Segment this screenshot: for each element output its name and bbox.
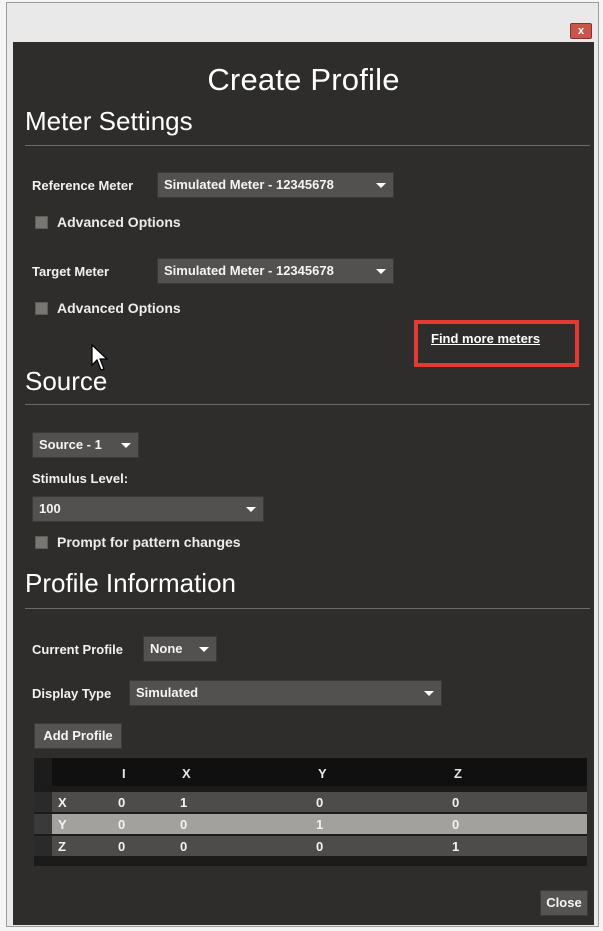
meter-settings-divider — [25, 145, 590, 146]
target-advanced-options[interactable]: Advanced Options — [35, 300, 181, 316]
column-header-x: X — [182, 766, 191, 781]
column-header-y: Y — [318, 766, 327, 781]
close-icon: x — [577, 25, 585, 37]
chevron-down-icon — [246, 507, 256, 512]
source-value: Source - 1 — [39, 437, 102, 452]
target-meter-value: Simulated Meter - 12345678 — [164, 263, 334, 278]
add-profile-button[interactable]: Add Profile — [34, 723, 122, 749]
target-advanced-label: Advanced Options — [57, 300, 181, 316]
target-meter-dropdown[interactable]: Simulated Meter - 12345678 — [157, 258, 394, 284]
create-profile-panel: Create Profile Meter Settings Reference … — [13, 42, 594, 925]
row-gutter — [34, 792, 52, 812]
current-profile-value: None — [150, 641, 183, 656]
dialog-title: Create Profile — [207, 62, 400, 97]
table-cell: 0 — [316, 795, 324, 810]
title-bar: x — [7, 3, 598, 41]
table-row[interactable]: Z 0 0 0 1 — [34, 836, 587, 856]
profile-matrix-table: I X Y Z X 0 1 0 0 Y 0 0 1 0 Z 0 0 0 1 — [34, 758, 587, 866]
prompt-pattern-label: Prompt for pattern changes — [57, 534, 241, 550]
column-header-i: I — [122, 766, 126, 781]
table-corner — [34, 758, 52, 786]
target-meter-label: Target Meter — [32, 264, 110, 279]
reference-advanced-options[interactable]: Advanced Options — [35, 214, 181, 230]
meter-settings-heading: Meter Settings — [25, 106, 193, 136]
find-more-meters-link[interactable]: Find more meters — [431, 331, 540, 346]
table-cell: 1 — [180, 795, 188, 810]
source-dropdown[interactable]: Source - 1 — [32, 432, 139, 458]
source-divider — [25, 404, 590, 405]
source-heading: Source — [25, 366, 108, 396]
table-cell: 1 — [316, 817, 324, 832]
stimulus-level-label: Stimulus Level: — [32, 471, 129, 486]
table-header: I X Y Z — [34, 758, 587, 786]
table-cell: 0 — [316, 839, 324, 854]
table-cell: 0 — [180, 839, 188, 854]
current-profile-label: Current Profile — [32, 642, 124, 657]
display-type-label: Display Type — [32, 686, 112, 701]
row-label: Z — [58, 839, 66, 854]
table-row[interactable]: X 0 1 0 0 — [34, 792, 587, 812]
profile-information-heading: Profile Information — [25, 568, 236, 598]
current-profile-dropdown[interactable]: None — [143, 636, 217, 662]
table-row[interactable]: Y 0 0 1 0 — [34, 814, 587, 834]
reference-meter-dropdown[interactable]: Simulated Meter - 12345678 — [157, 172, 394, 198]
row-gutter — [34, 814, 52, 834]
chevron-down-icon — [376, 269, 386, 274]
reference-advanced-checkbox[interactable] — [35, 215, 48, 229]
reference-advanced-label: Advanced Options — [57, 214, 181, 230]
table-cell: 0 — [118, 795, 126, 810]
reference-meter-value: Simulated Meter - 12345678 — [164, 177, 334, 192]
table-cell: 0 — [452, 795, 460, 810]
prompt-pattern-changes[interactable]: Prompt for pattern changes — [35, 534, 241, 550]
column-header-z: Z — [454, 766, 462, 781]
row-label: X — [58, 795, 67, 810]
chevron-down-icon — [121, 443, 131, 448]
chevron-down-icon — [424, 691, 434, 696]
close-button[interactable]: Close — [540, 890, 588, 916]
table-cell: 0 — [452, 817, 460, 832]
table-cell: 0 — [118, 839, 126, 854]
window-close-button[interactable]: x — [570, 23, 592, 39]
table-cell: 1 — [452, 839, 460, 854]
table-cell: 0 — [118, 817, 126, 832]
profile-information-divider — [25, 608, 590, 609]
prompt-pattern-checkbox[interactable] — [35, 535, 48, 549]
stimulus-level-value: 100 — [39, 501, 61, 516]
display-type-value: Simulated — [136, 685, 199, 700]
target-advanced-checkbox[interactable] — [35, 301, 48, 315]
chevron-down-icon — [199, 647, 209, 652]
table-cell: 0 — [180, 817, 188, 832]
chevron-down-icon — [376, 183, 386, 188]
reference-meter-label: Reference Meter — [32, 178, 134, 193]
stimulus-level-dropdown[interactable]: 100 — [32, 496, 264, 522]
display-type-dropdown[interactable]: Simulated — [129, 680, 442, 706]
row-gutter — [34, 836, 52, 856]
row-label: Y — [58, 817, 67, 832]
